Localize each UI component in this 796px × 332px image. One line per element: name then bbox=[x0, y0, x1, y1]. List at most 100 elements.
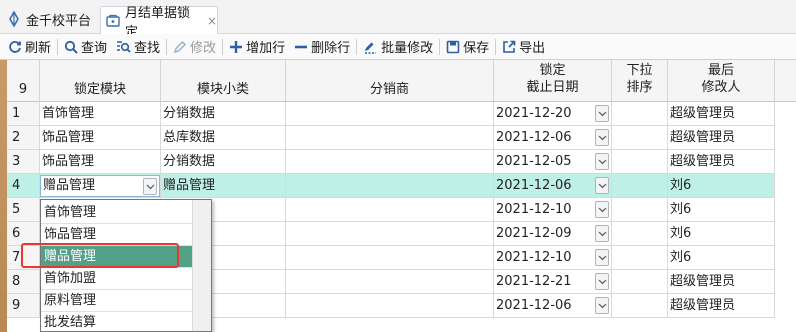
batch-modify-button[interactable]: 批量修改 bbox=[363, 37, 433, 56]
cutoff-date-cell[interactable]: 2021-12-10 bbox=[494, 198, 612, 222]
distributor-cell[interactable] bbox=[286, 102, 494, 126]
sort-cell[interactable] bbox=[612, 126, 668, 150]
pencil-icon bbox=[173, 40, 187, 54]
refresh-button[interactable]: 刷新 bbox=[8, 37, 51, 56]
export-button[interactable]: 导出 bbox=[502, 37, 545, 56]
chevron-down-icon[interactable] bbox=[595, 153, 609, 170]
chevron-down-icon[interactable] bbox=[595, 297, 609, 314]
cutoff-date-value: 2021-12-05 bbox=[496, 154, 572, 169]
distributor-cell[interactable] bbox=[286, 246, 494, 270]
modify-button[interactable]: 修改 bbox=[173, 37, 216, 56]
table-row[interactable]: 3 饰品管理 分销数据 2021-12-05 超级管理员 bbox=[7, 150, 796, 174]
find-button[interactable]: 查找 bbox=[116, 37, 160, 56]
subtype-cell[interactable]: 总库数据 bbox=[161, 126, 286, 150]
dropdown-option[interactable]: 首饰管理 bbox=[41, 202, 193, 224]
sort-cell[interactable] bbox=[612, 174, 668, 198]
distributor-cell[interactable] bbox=[286, 270, 494, 294]
tab-strip: 金千校平台 月结单据锁定 × bbox=[0, 0, 796, 40]
row-number: 5 bbox=[7, 198, 40, 222]
cutoff-date-value: 2021-12-20 bbox=[496, 106, 572, 121]
sort-cell[interactable] bbox=[612, 222, 668, 246]
find-label: 查找 bbox=[134, 41, 161, 56]
cutoff-date-cell[interactable]: 2021-12-06 bbox=[494, 174, 612, 198]
dropdown-option[interactable]: 首饰加盟 bbox=[41, 268, 193, 290]
batch-modify-label: 批量修改 bbox=[381, 41, 434, 56]
modifier-cell[interactable]: 超级管理员 bbox=[668, 102, 775, 126]
header-subtype[interactable]: 模块小类 bbox=[161, 60, 286, 102]
chevron-down-icon[interactable] bbox=[595, 225, 609, 242]
chevron-down-icon[interactable] bbox=[595, 273, 609, 290]
platform-logo-icon bbox=[6, 11, 22, 27]
table-row[interactable]: 1 首饰管理 分销数据 2021-12-20 超级管理员 bbox=[7, 102, 796, 126]
dropdown-option[interactable]: 原料管理 bbox=[41, 290, 193, 312]
document-lock-icon bbox=[105, 13, 121, 29]
sort-cell[interactable] bbox=[612, 294, 668, 318]
chevron-down-icon[interactable] bbox=[595, 177, 609, 194]
chevron-down-icon[interactable] bbox=[595, 249, 609, 266]
cutoff-date-cell[interactable]: 2021-12-20 bbox=[494, 102, 612, 126]
modifier-cell[interactable]: 超级管理员 bbox=[668, 126, 775, 150]
toolbar-divider bbox=[495, 38, 497, 55]
distributor-cell[interactable] bbox=[286, 126, 494, 150]
distributor-cell[interactable] bbox=[286, 174, 494, 198]
modifier-cell[interactable]: 超级管理员 bbox=[668, 270, 775, 294]
table-row-selected[interactable]: 4 赠品管理 赠品管理 2021-12-06 刘6 bbox=[7, 174, 796, 198]
sort-cell[interactable] bbox=[612, 102, 668, 126]
modifier-cell[interactable]: 刘6 bbox=[668, 174, 775, 198]
batch-edit-icon bbox=[363, 40, 378, 54]
delete-row-button[interactable]: 删除行 bbox=[294, 37, 350, 56]
cutoff-date-cell[interactable]: 2021-12-06 bbox=[494, 126, 612, 150]
toolbar: 刷新 查询 查找 修改 增加行 删除行 批量修改 保存 导出 bbox=[0, 34, 796, 60]
header-module[interactable]: 锁定模块 bbox=[40, 60, 161, 102]
query-button[interactable]: 查询 bbox=[64, 37, 107, 56]
save-button[interactable]: 保存 bbox=[446, 37, 489, 56]
module-cell[interactable]: 饰品管理 bbox=[40, 126, 161, 150]
table-row[interactable]: 2 饰品管理 总库数据 2021-12-06 超级管理员 bbox=[7, 126, 796, 150]
module-cell[interactable]: 首饰管理 bbox=[40, 102, 161, 126]
modifier-cell[interactable]: 刘6 bbox=[668, 198, 775, 222]
dropdown-option[interactable]: 批发结算 bbox=[41, 312, 193, 331]
subtype-cell[interactable]: 分销数据 bbox=[161, 102, 286, 126]
header-distributor-label: 分销商 bbox=[369, 82, 409, 97]
modifier-cell[interactable]: 超级管理员 bbox=[668, 294, 775, 318]
module-cell[interactable]: 赠品管理 bbox=[40, 174, 161, 198]
header-modifier[interactable]: 最后 修改人 bbox=[668, 60, 775, 102]
sort-cell[interactable] bbox=[612, 150, 668, 174]
tab-home[interactable]: 金千校平台 bbox=[6, 8, 91, 30]
tab-month-lock[interactable]: 月结单据锁定 × bbox=[100, 6, 218, 40]
close-icon[interactable]: × bbox=[207, 14, 217, 28]
distributor-cell[interactable] bbox=[286, 198, 494, 222]
cutoff-date-cell[interactable]: 2021-12-06 bbox=[494, 294, 612, 318]
distributor-cell[interactable] bbox=[286, 150, 494, 174]
header-sort-line1: 下拉 bbox=[626, 63, 653, 78]
module-combo-editor[interactable]: 赠品管理 bbox=[40, 175, 160, 197]
sort-cell[interactable] bbox=[612, 198, 668, 222]
chevron-down-icon[interactable] bbox=[143, 178, 157, 195]
header-module-label: 锁定模块 bbox=[73, 82, 126, 97]
distributor-cell[interactable] bbox=[286, 294, 494, 318]
chevron-down-icon[interactable] bbox=[595, 105, 609, 122]
subtype-cell[interactable]: 分销数据 bbox=[161, 150, 286, 174]
cutoff-date-cell[interactable]: 2021-12-21 bbox=[494, 270, 612, 294]
chevron-down-icon[interactable] bbox=[595, 129, 609, 146]
distributor-cell[interactable] bbox=[286, 222, 494, 246]
cutoff-date-cell[interactable]: 2021-12-05 bbox=[494, 150, 612, 174]
cutoff-date-cell[interactable]: 2021-12-09 bbox=[494, 222, 612, 246]
modifier-cell[interactable]: 刘6 bbox=[668, 222, 775, 246]
chevron-down-icon[interactable] bbox=[595, 201, 609, 218]
modifier-cell[interactable]: 超级管理员 bbox=[668, 150, 775, 174]
header-cutoff-date[interactable]: 锁定 截止日期 bbox=[494, 60, 612, 102]
header-sort[interactable]: 下拉 排序 bbox=[612, 60, 668, 102]
module-cell[interactable]: 饰品管理 bbox=[40, 150, 161, 174]
sort-cell[interactable] bbox=[612, 246, 668, 270]
cutoff-date-value: 2021-12-09 bbox=[496, 226, 572, 241]
subtype-cell[interactable]: 赠品管理 bbox=[161, 174, 286, 198]
sort-cell[interactable] bbox=[612, 270, 668, 294]
cutoff-date-cell[interactable]: 2021-12-10 bbox=[494, 246, 612, 270]
modifier-cell[interactable]: 刘6 bbox=[668, 246, 775, 270]
add-row-button[interactable]: 增加行 bbox=[229, 37, 285, 56]
refresh-label: 刷新 bbox=[25, 41, 52, 56]
dropdown-scrollbar[interactable] bbox=[192, 200, 211, 331]
header-distributor[interactable]: 分销商 bbox=[286, 60, 494, 102]
search-icon bbox=[64, 40, 78, 54]
